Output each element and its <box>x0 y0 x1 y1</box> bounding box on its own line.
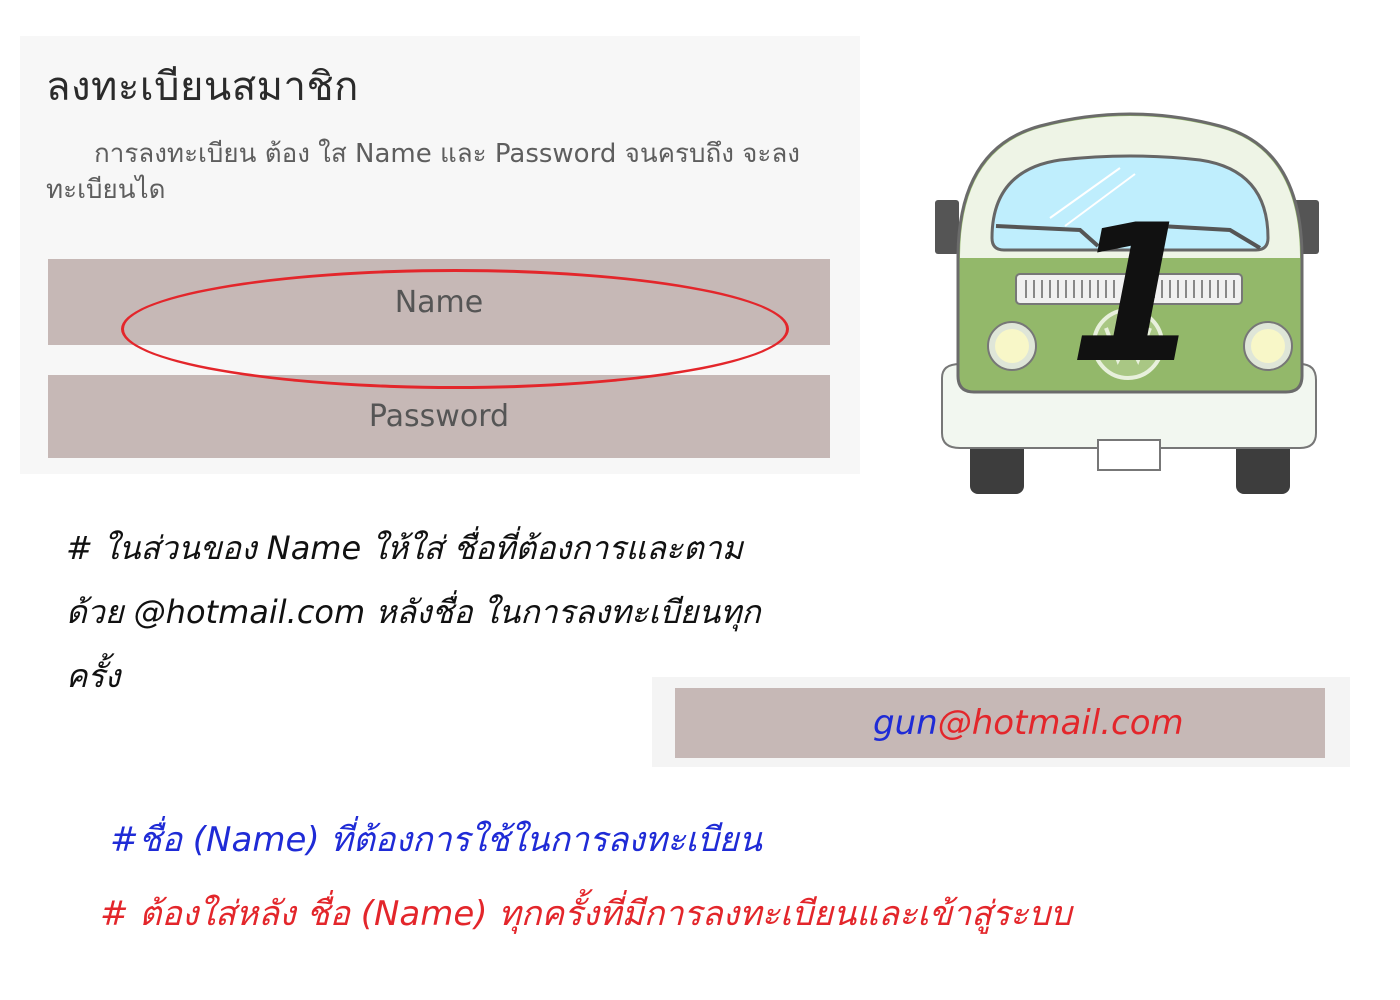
email-domain-part: @hotmail.com <box>937 703 1184 743</box>
domain-hint: # ต้องใส่หลัง ชื่อ (Name) ทุกครั้งที่มีก… <box>100 894 1072 934</box>
registration-panel: ลงทะเบียนสมาชิก การลงทะเบียน ต้อง ใส Nam… <box>20 36 860 474</box>
van-icon: 1 <box>935 112 1319 494</box>
form-description: การลงทะเบียน ต้อง ใส Name และ Password จ… <box>46 139 800 205</box>
step-number: 1 <box>1069 184 1201 405</box>
form-title: ลงทะเบียนสมาชิก <box>46 64 359 110</box>
name-hint: #ชื่อ (Name) ที่ต้องการใช้ในการลงทะเบียน <box>110 820 762 860</box>
email-example-panel: gun @hotmail.com <box>652 677 1350 767</box>
email-user-part: gun <box>873 703 938 743</box>
name-highlight-ellipse <box>121 269 789 389</box>
email-example-field[interactable]: gun @hotmail.com <box>675 688 1325 758</box>
